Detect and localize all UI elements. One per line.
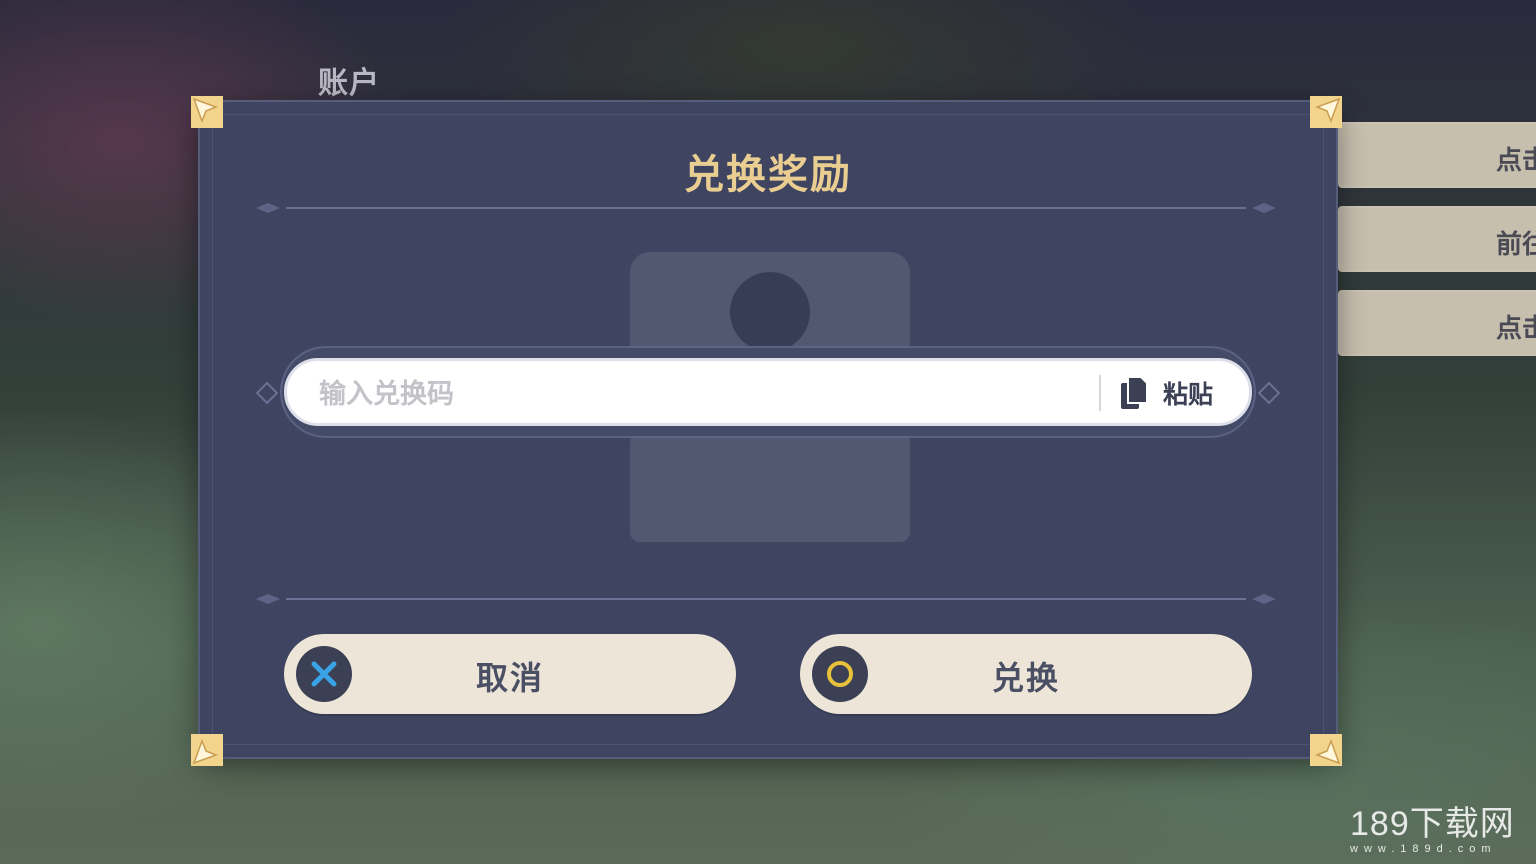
redeem-code-input[interactable] (317, 373, 1081, 415)
redeem-code-field: 粘贴 (284, 358, 1252, 426)
watermark-text: 189下载网 (1350, 805, 1515, 843)
left-diamond-icon (256, 382, 278, 404)
document-copy-icon (1121, 376, 1148, 409)
redeem-code-input-group: 粘贴 (256, 346, 1280, 438)
cancel-button[interactable]: 取消 (284, 634, 736, 714)
side-panel-3[interactable]: 点击 (1338, 290, 1536, 356)
star-corner-icon (1310, 96, 1342, 128)
bottom-divider (256, 594, 1276, 604)
redeem-label: 兑换 (991, 659, 1060, 697)
star-corner-icon (1310, 734, 1342, 766)
side-panel-label: 点击 (1496, 146, 1536, 176)
side-panel-2[interactable]: 前往 (1338, 206, 1536, 272)
dialog-title: 兑换奖励 (684, 152, 852, 198)
redeem-button[interactable]: 兑换 (800, 634, 1252, 714)
redeem-dialog: 兑换奖励 粘贴 (200, 102, 1336, 757)
paste-label: 粘贴 (1163, 380, 1214, 409)
account-tab-label: 账户 (318, 66, 380, 101)
site-watermark: 189下载网 www.189d.com (1350, 796, 1515, 855)
side-panel-label: 点击 (1496, 314, 1536, 344)
right-diamond-icon (1258, 382, 1280, 404)
side-panel-1[interactable]: 点击 (1338, 122, 1536, 188)
side-panel-label: 前往 (1496, 230, 1536, 260)
game-screen: 账户 点击 前往 点击 兑换奖励 输入兑换码 粘贴 取消 兑换 189下载网 w… (0, 0, 1536, 864)
paste-button[interactable]: 粘贴 (1119, 369, 1239, 417)
star-corner-icon (191, 734, 223, 766)
watermark-url: www.189d.com (1350, 843, 1497, 855)
title-divider (256, 203, 1276, 213)
star-corner-icon (191, 96, 223, 128)
input-separator (1099, 375, 1101, 411)
cancel-label: 取消 (475, 659, 544, 697)
